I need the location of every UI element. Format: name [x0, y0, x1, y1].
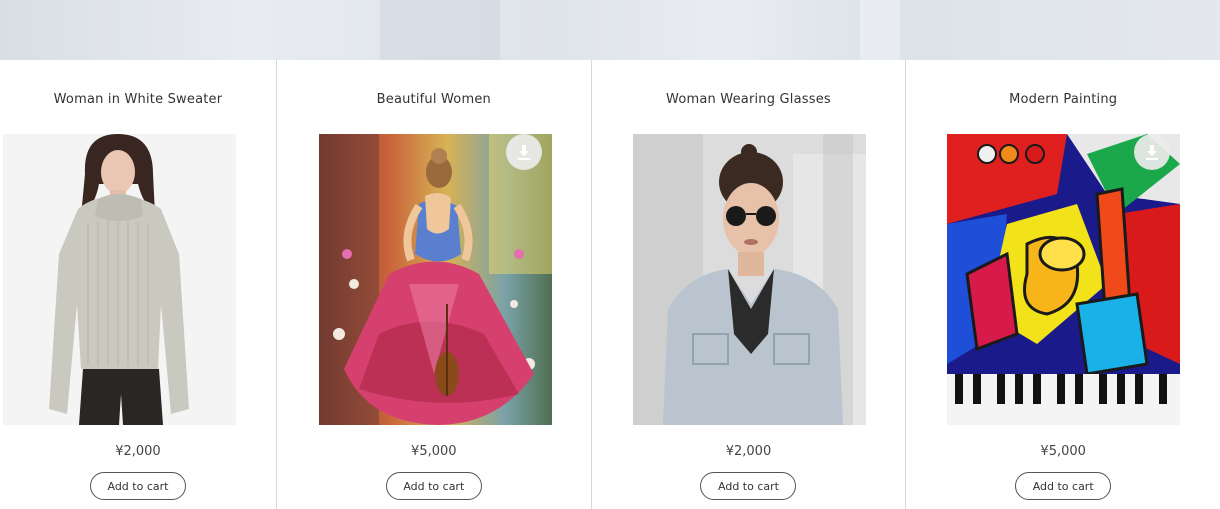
- product-image-dancer[interactable]: [318, 134, 552, 425]
- hero-banner-strip: [0, 0, 1220, 60]
- product-title: Woman Wearing Glasses: [666, 92, 831, 107]
- product-card: Modern Painting ¥5,000 Add to cart: [905, 60, 1220, 509]
- add-to-cart-button[interactable]: Add to cart: [1015, 472, 1112, 500]
- product-image-sweater[interactable]: [3, 134, 236, 425]
- product-card: Beautiful Women ¥5,000 Add to cart: [275, 60, 591, 509]
- product-price: ¥2,000: [725, 444, 772, 459]
- product-title: Woman in White Sweater: [53, 92, 223, 107]
- product-image-abstract[interactable]: [947, 134, 1181, 425]
- product-card: Woman Wearing Glasses ¥2,000 Add to cart: [590, 60, 906, 509]
- product-grid: Woman in White Sweater ¥2,000 Add to car…: [0, 60, 1220, 509]
- product-image-glasses[interactable]: [632, 134, 866, 425]
- product-price: ¥5,000: [1040, 444, 1086, 459]
- add-to-cart-button[interactable]: Add to cart: [385, 472, 482, 500]
- add-to-cart-button[interactable]: Add to cart: [89, 472, 186, 500]
- download-icon[interactable]: [505, 134, 542, 170]
- product-price: ¥2,000: [115, 444, 161, 459]
- product-title: Modern Painting: [1009, 92, 1118, 107]
- add-to-cart-button[interactable]: Add to cart: [700, 472, 797, 500]
- product-card: Woman in White Sweater ¥2,000 Add to car…: [0, 60, 276, 509]
- product-price: ¥5,000: [411, 444, 457, 459]
- product-title: Beautiful Women: [376, 92, 491, 107]
